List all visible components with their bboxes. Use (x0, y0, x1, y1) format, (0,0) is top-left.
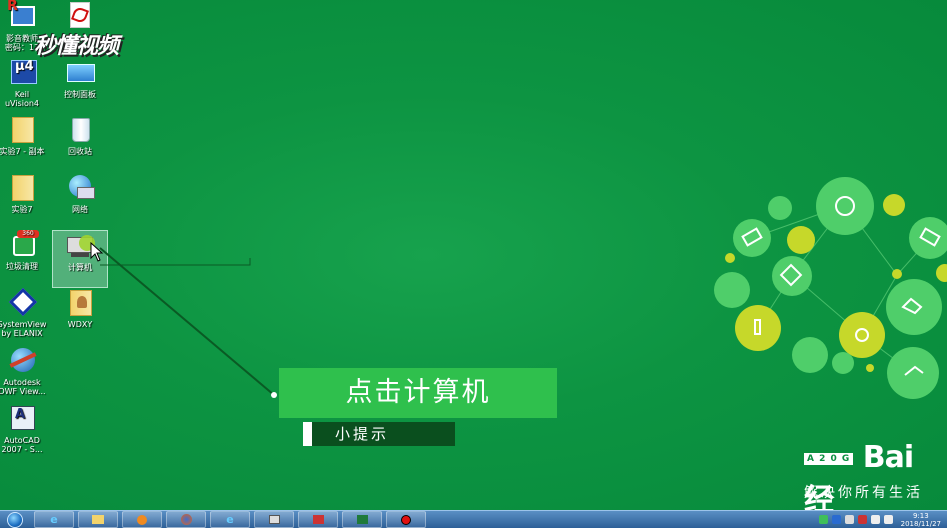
firefox-icon (180, 514, 192, 525)
clock[interactable]: 9:13 2018/11/27 (901, 512, 941, 528)
record-icon (401, 514, 411, 525)
tip-subtitle-marker (303, 422, 312, 446)
taskbar-button-chart-app[interactable] (298, 511, 338, 528)
system-tray: 9:13 2018/11/27 (818, 512, 947, 528)
tray-icon-1[interactable] (818, 515, 828, 524)
tip-subtitle: 小提示 (303, 422, 455, 446)
taskbar-button-firefox[interactable] (166, 511, 206, 528)
desktop[interactable]: R 影音教师 密码：12 Adobe µ4 Keil uVision4 控制面板… (0, 0, 947, 510)
baidu-decoration-graphic (714, 177, 947, 399)
network-tray-icon[interactable] (870, 515, 880, 524)
clock-time: 9:13 (912, 511, 929, 520)
start-button[interactable] (0, 511, 30, 528)
taskbar-button-record[interactable] (386, 511, 426, 528)
chart-app-icon (312, 515, 324, 524)
tray-icon-3[interactable] (844, 515, 854, 524)
taskbar-button-excel[interactable] (342, 511, 382, 528)
taskbar-button-ie[interactable]: e (34, 511, 74, 528)
taskbar-button-media-player[interactable] (122, 511, 162, 528)
explorer-icon (92, 515, 104, 524)
tip-title: 点击计算机 (279, 368, 557, 418)
windows-start-icon (7, 511, 23, 528)
taskbar: e e 9:13 2018/11/27 (0, 510, 947, 528)
tray-icon-4[interactable] (857, 515, 867, 524)
baidu-slogan: 解决你所有生活 (804, 485, 923, 501)
taskbar-button-ie2[interactable]: e (210, 511, 250, 528)
ie2-icon: e (226, 513, 234, 526)
clock-date: 2018/11/27 (900, 519, 941, 528)
mouse-cursor-icon (90, 242, 104, 262)
tray-icon-2[interactable] (831, 515, 841, 524)
volume-tray-icon[interactable] (883, 515, 893, 524)
taskbar-button-explorer[interactable] (78, 511, 118, 528)
app-icon (268, 515, 280, 524)
taskbar-button-app[interactable] (254, 511, 294, 528)
media-player-icon (137, 514, 147, 525)
baidu-badge: A 2 0 G (804, 452, 854, 465)
excel-icon (356, 515, 368, 524)
ie-icon: e (50, 513, 58, 526)
